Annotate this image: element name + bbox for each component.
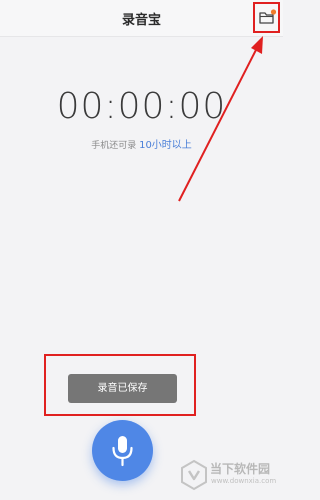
watermark-name: 当下软件园 [210, 462, 271, 476]
watermark-logo-icon [181, 459, 207, 491]
annotation-arrow [178, 36, 263, 202]
watermark: 当下软件园 www.downxia.com [178, 456, 282, 496]
watermark-url: www.downxia.com [211, 477, 277, 485]
